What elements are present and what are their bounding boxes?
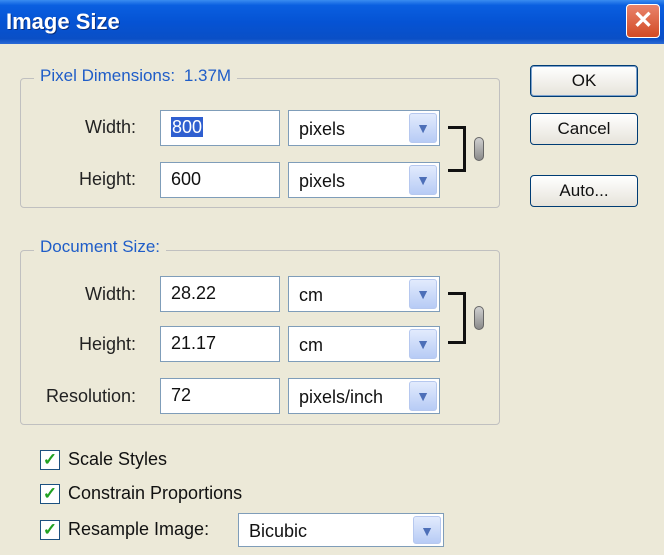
pixel-height-unit: pixels (299, 171, 346, 191)
doc-width-unit: cm (299, 285, 323, 305)
pixel-width-value: 800 (171, 117, 204, 137)
constrain-proportions-label: Constrain Proportions (68, 483, 243, 503)
document-size-label: Document Size: (40, 237, 160, 256)
doc-height-input[interactable]: 21.17 (160, 326, 280, 362)
scale-styles-label: Scale Styles (68, 449, 168, 469)
chevron-down-icon[interactable]: ▼ (413, 516, 441, 544)
resample-method-select[interactable]: Bicubic ▼ (238, 513, 444, 547)
pixel-width-input[interactable]: 800 (160, 110, 280, 146)
resolution-input[interactable]: 72 (160, 378, 280, 414)
doc-height-unit-select[interactable]: cm ▼ (288, 326, 440, 362)
pixel-dimensions-label: Pixel Dimensions: (40, 66, 176, 85)
checkmark-icon: ✓ (42, 520, 58, 539)
close-icon: ✕ (632, 7, 654, 34)
doc-width-unit-select[interactable]: cm ▼ (288, 276, 440, 312)
resolution-label: Resolution: (45, 386, 136, 406)
pixel-height-unit-select[interactable]: pixels ▼ (288, 162, 440, 198)
checkmark-icon: ✓ (42, 484, 58, 503)
title-bar[interactable]: Image Size ✕ (0, 0, 664, 44)
pixel-width-unit: pixels (299, 119, 346, 139)
pixel-dimensions-header: Pixel Dimensions: 1.37M (34, 66, 238, 86)
pixel-height-value: 600 (171, 169, 202, 189)
resolution-unit: pixels/inch (299, 387, 384, 407)
resolution-value: 72 (171, 385, 192, 405)
chevron-down-icon[interactable]: ▼ (409, 113, 437, 143)
chevron-down-icon[interactable]: ▼ (409, 165, 437, 195)
chain-link-icon (474, 137, 484, 161)
image-size-dialog: Image Size ✕ Pixel Dimensions: 1.37M Wid… (0, 0, 664, 555)
doc-width-value: 28.22 (171, 283, 217, 303)
doc-width-label: Width: (84, 284, 136, 304)
pixel-constrain-bracket (448, 126, 466, 172)
pixel-width-unit-select[interactable]: pixels ▼ (288, 110, 440, 146)
close-button[interactable]: ✕ (626, 4, 660, 38)
pixel-width-label: Width: (84, 117, 136, 137)
document-constrain-bracket (448, 292, 466, 344)
doc-width-input[interactable]: 28.22 (160, 276, 280, 312)
resample-image-label: Resample Image: (68, 519, 210, 539)
document-size-header: Document Size: (34, 237, 166, 257)
chevron-down-icon[interactable]: ▼ (409, 381, 437, 411)
scale-styles-checkbox[interactable]: ✓ (40, 450, 60, 470)
doc-height-unit: cm (299, 335, 323, 355)
pixel-dimensions-size: 1.37M (183, 66, 232, 85)
chevron-down-icon[interactable]: ▼ (409, 279, 437, 309)
pixel-height-input[interactable]: 600 (160, 162, 280, 198)
auto-button[interactable]: Auto... (530, 175, 638, 207)
doc-height-value: 21.17 (171, 333, 217, 353)
pixel-height-label: Height: (78, 169, 136, 189)
cancel-button[interactable]: Cancel (530, 113, 638, 145)
chain-link-icon (474, 306, 484, 330)
resample-image-checkbox[interactable]: ✓ (40, 520, 60, 540)
doc-height-label: Height: (78, 334, 136, 354)
checkmark-icon: ✓ (42, 450, 58, 469)
resolution-unit-select[interactable]: pixels/inch ▼ (288, 378, 440, 414)
constrain-proportions-checkbox[interactable]: ✓ (40, 484, 60, 504)
resample-method-value: Bicubic (249, 521, 308, 541)
chevron-down-icon[interactable]: ▼ (409, 329, 437, 359)
dialog-title: Image Size (6, 9, 120, 34)
ok-button[interactable]: OK (530, 65, 638, 97)
